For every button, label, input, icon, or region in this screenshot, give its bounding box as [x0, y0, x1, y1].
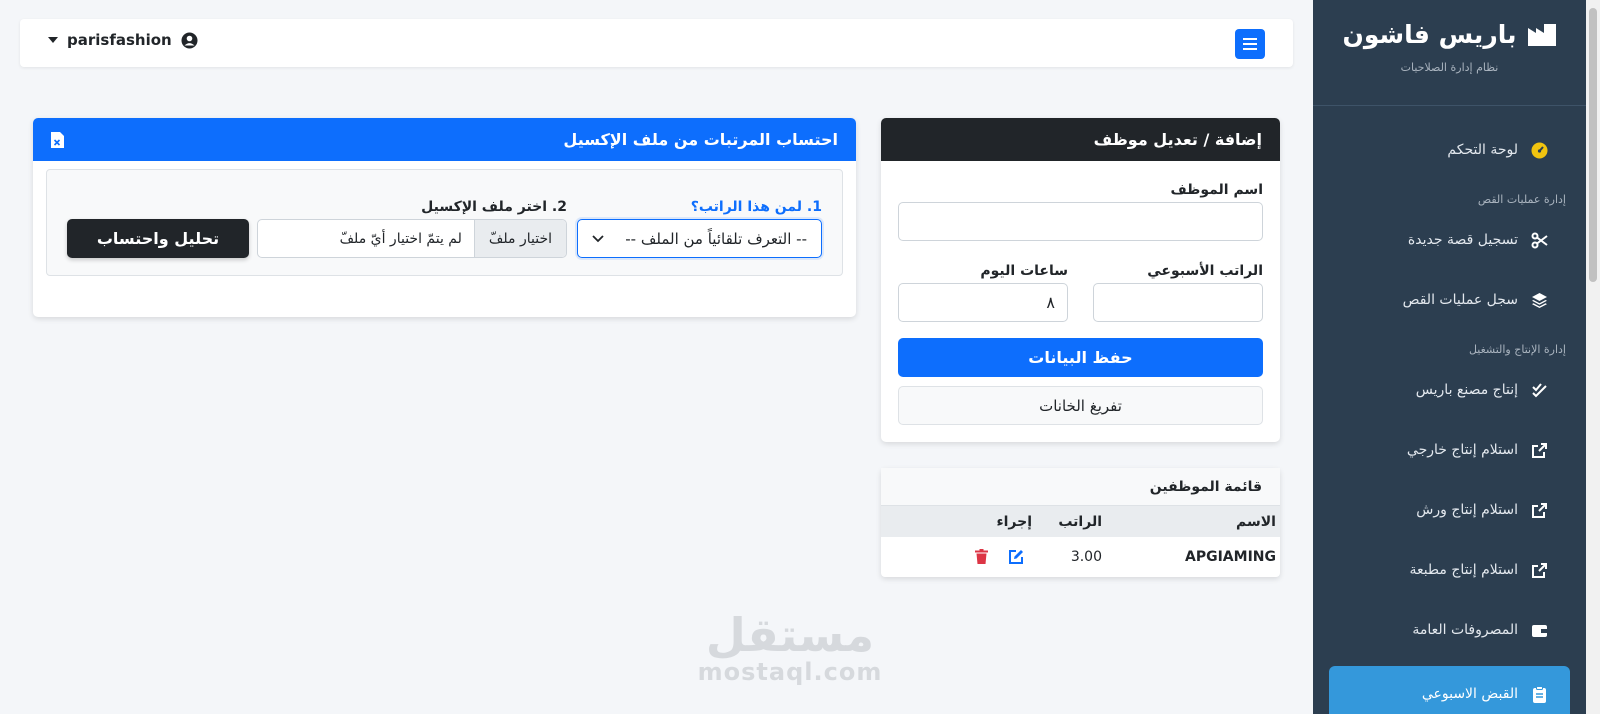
sidebar-item-factory-production[interactable]: إنتاج مصنع باريس	[1313, 360, 1586, 420]
employee-list-card: قائمة الموظفين الاسم الراتب إجراء APGIAM…	[881, 468, 1280, 577]
factory-icon	[1528, 23, 1557, 46]
employee-name-cell: APGIAMING	[1185, 548, 1276, 565]
weekly-salary-input[interactable]	[1093, 283, 1263, 322]
sidebar-item-label: استلام إنتاج مطبعة	[1409, 562, 1518, 578]
wallet-icon	[1530, 622, 1548, 639]
user-dropdown[interactable]: parisfashion	[48, 31, 198, 49]
employee-form-header: إضافة / تعديل موظف	[881, 118, 1280, 161]
sidebar: باريس فاشون نظام إدارة الصلاحيات لوحة ال…	[1313, 0, 1586, 714]
salary-target-label: 1. لمن هذا الراتب؟	[690, 199, 822, 215]
sidebar-item-new-cut[interactable]: تسجيل قصة جديدة	[1313, 210, 1586, 270]
scissors-icon	[1530, 232, 1548, 249]
caret-down-icon	[48, 37, 58, 43]
external-link-icon	[1530, 562, 1548, 579]
clear-fields-button[interactable]: تفريغ الخانات	[898, 386, 1263, 425]
employee-salary-cell: 3.00	[1070, 548, 1102, 565]
sidebar-item-label: تسجيل قصة جديدة	[1407, 232, 1518, 248]
excel-form-panel: 1. لمن هذا الراتب؟ -- التعرف تلقائياً من…	[46, 169, 843, 276]
edit-icon[interactable]	[1008, 549, 1024, 565]
sidebar-section-production: إدارة الإنتاج والتشغيل	[1468, 343, 1566, 356]
choose-file-button[interactable]: اختيار ملفّ	[473, 220, 566, 257]
layers-icon	[1530, 292, 1548, 309]
clipboard-icon	[1530, 685, 1548, 703]
sidebar-item-label: استلام إنتاج ورش	[1416, 502, 1518, 518]
scrollbar-thumb[interactable]	[1589, 8, 1597, 282]
excel-salary-title: احتساب المرتبات من ملف الإكسيل	[563, 130, 838, 149]
excel-file-icon	[51, 131, 64, 148]
file-status-text: لم يتمّ اختيار أيّ ملفّ	[339, 230, 462, 247]
employee-name-label: اسم الموظف	[1170, 182, 1264, 198]
column-action: إجراء	[996, 513, 1032, 530]
sidebar-item-cut-log[interactable]: سجل عمليات القص	[1313, 270, 1586, 330]
sidebar-item-print-production[interactable]: استلام إنتاج مطبعة	[1313, 540, 1586, 600]
excel-file-input[interactable]: اختيار ملفّ لم يتمّ اختيار أيّ ملفّ	[257, 219, 567, 258]
watermark-arabic: مستقل	[705, 608, 875, 662]
excel-salary-card: احتساب المرتبات من ملف الإكسيل 1. لمن هذ…	[33, 118, 856, 317]
employee-form-card: إضافة / تعديل موظف اسم الموظف الراتب الأ…	[881, 118, 1280, 442]
top-navbar: parisfashion	[20, 19, 1293, 67]
watermark: مستقل mostaql.com	[640, 612, 940, 686]
day-hours-input[interactable]: ٨	[898, 283, 1068, 322]
employee-select-value: -- التعرف تلقائياً من الملف --	[625, 229, 807, 248]
sidebar-item-label: القبض الاسبوعي	[1421, 686, 1518, 702]
column-name: الاسم	[1236, 513, 1276, 530]
hamburger-icon	[1243, 38, 1257, 50]
employee-list-title: قائمة الموظفين	[881, 468, 1280, 506]
sidebar-item-external-production[interactable]: استلام إنتاج خارجي	[1313, 420, 1586, 480]
table-row: APGIAMING 3.00	[881, 537, 1280, 576]
page-scrollbar[interactable]	[1586, 0, 1600, 714]
user-circle-icon	[181, 32, 198, 48]
sidebar-item-dashboard[interactable]: لوحة التحكم	[1313, 120, 1586, 180]
sidebar-item-label: إنتاج مصنع باريس	[1415, 382, 1518, 398]
sidebar-item-label: سجل عمليات القص	[1402, 292, 1518, 308]
username: parisfashion	[67, 31, 172, 49]
sidebar-brand: باريس فاشون نظام إدارة الصلاحيات	[1313, 0, 1586, 106]
sidebar-item-workshop-production[interactable]: استلام إنتاج ورش	[1313, 480, 1586, 540]
column-salary: الراتب	[1058, 513, 1102, 530]
sidebar-nav: لوحة التحكم إدارة عمليات القص تسجيل قصة …	[1313, 120, 1586, 714]
employee-name-input[interactable]	[898, 202, 1263, 241]
sidebar-item-label: لوحة التحكم	[1447, 142, 1518, 158]
brand-title: باريس فاشون	[1342, 20, 1517, 49]
watermark-latin: mostaql.com	[697, 658, 883, 686]
employee-table-header: الاسم الراتب إجراء	[881, 506, 1280, 537]
sidebar-item-expenses[interactable]: المصروفات العامة	[1313, 600, 1586, 660]
brand-subtitle: نظام إدارة الصلاحيات	[1400, 61, 1499, 74]
employee-select[interactable]: -- التعرف تلقائياً من الملف --	[577, 219, 822, 258]
day-hours-label: ساعات اليوم	[980, 263, 1068, 279]
gauge-icon	[1530, 142, 1548, 159]
double-check-icon	[1530, 382, 1548, 399]
external-link-icon	[1530, 442, 1548, 459]
chevron-down-icon	[592, 234, 604, 242]
sidebar-item-weekly-payroll[interactable]: القبض الاسبوعي	[1329, 666, 1570, 714]
analyze-calculate-button[interactable]: تحليل واحتساب	[67, 219, 249, 258]
employee-form-title: إضافة / تعديل موظف	[1093, 130, 1262, 149]
sidebar-toggle-button[interactable]	[1235, 29, 1265, 59]
delete-icon[interactable]	[975, 549, 988, 564]
sidebar-section-cutting: إدارة عمليات القص	[1477, 193, 1566, 206]
excel-file-label: 2. اختر ملف الإكسيل	[421, 199, 567, 215]
external-link-icon	[1530, 502, 1548, 519]
sidebar-item-label: استلام إنتاج خارجي	[1406, 442, 1518, 458]
save-button[interactable]: حفظ البيانات	[898, 338, 1263, 377]
excel-salary-header: احتساب المرتبات من ملف الإكسيل	[33, 118, 856, 161]
sidebar-item-label: المصروفات العامة	[1412, 622, 1518, 638]
weekly-salary-label: الراتب الأسبوعي	[1147, 263, 1263, 279]
row-actions	[932, 549, 1032, 565]
